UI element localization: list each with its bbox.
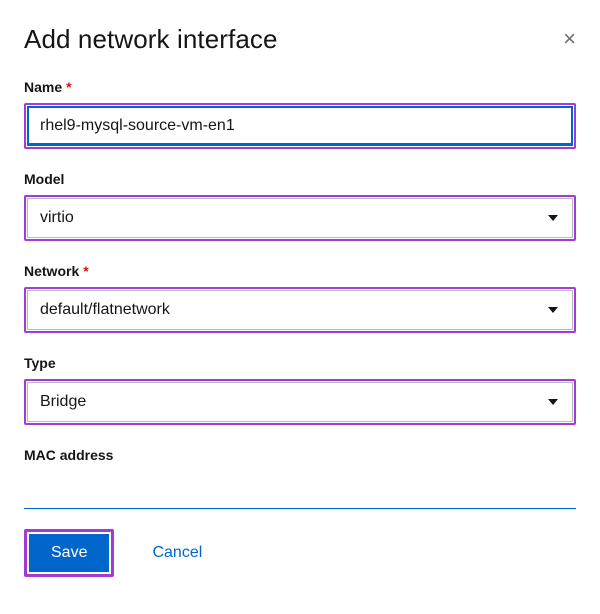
chevron-down-icon bbox=[548, 307, 558, 313]
model-label: Model bbox=[24, 171, 576, 187]
type-label: Type bbox=[24, 355, 576, 371]
name-label-text: Name bbox=[24, 79, 62, 95]
model-highlight: virtio bbox=[24, 195, 576, 241]
model-field: Model virtio bbox=[24, 171, 576, 241]
model-select-value: virtio bbox=[40, 209, 74, 227]
close-icon: × bbox=[563, 26, 576, 51]
mac-field: MAC address bbox=[24, 447, 576, 509]
save-highlight: Save bbox=[24, 529, 114, 577]
name-input[interactable] bbox=[27, 106, 573, 146]
dialog-header: Add network interface × bbox=[24, 24, 576, 55]
type-field: Type Bridge bbox=[24, 355, 576, 425]
chevron-down-icon bbox=[548, 399, 558, 405]
close-button[interactable]: × bbox=[563, 24, 576, 50]
network-select[interactable]: default/flatnetwork bbox=[27, 290, 573, 330]
network-label-text: Network bbox=[24, 263, 79, 279]
network-field: Network* default/flatnetwork bbox=[24, 263, 576, 333]
name-label: Name* bbox=[24, 79, 576, 95]
mac-input[interactable] bbox=[24, 471, 576, 509]
dialog-actions: Save Cancel bbox=[24, 529, 576, 577]
dialog-title: Add network interface bbox=[24, 24, 278, 55]
save-button[interactable]: Save bbox=[29, 534, 109, 572]
required-indicator: * bbox=[83, 263, 88, 279]
mac-label: MAC address bbox=[24, 447, 576, 463]
network-highlight: default/flatnetwork bbox=[24, 287, 576, 333]
type-select-value: Bridge bbox=[40, 393, 86, 411]
required-indicator: * bbox=[66, 79, 71, 95]
type-highlight: Bridge bbox=[24, 379, 576, 425]
name-field: Name* bbox=[24, 79, 576, 149]
network-select-value: default/flatnetwork bbox=[40, 301, 170, 319]
name-highlight bbox=[24, 103, 576, 149]
model-select[interactable]: virtio bbox=[27, 198, 573, 238]
add-network-interface-dialog: Add network interface × Name* Model virt… bbox=[0, 0, 600, 597]
cancel-button[interactable]: Cancel bbox=[144, 534, 210, 572]
network-label: Network* bbox=[24, 263, 576, 279]
type-select[interactable]: Bridge bbox=[27, 382, 573, 422]
chevron-down-icon bbox=[548, 215, 558, 221]
